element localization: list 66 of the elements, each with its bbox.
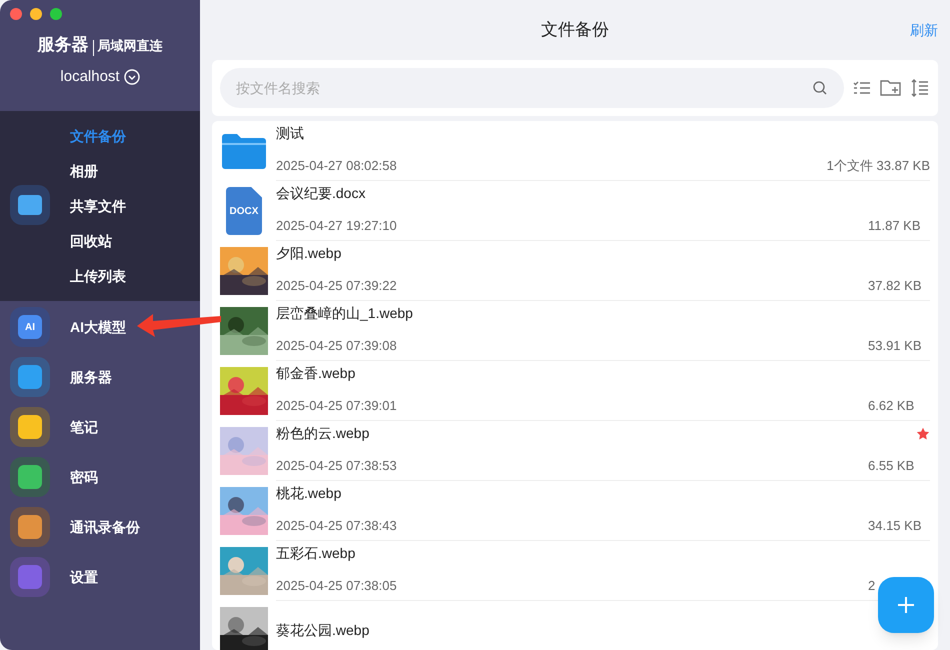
file-name: 五彩石.webp [276, 544, 356, 563]
file-row[interactable]: 测试 2025-04-27 08:02:58 1个文件 33.87 KB [212, 121, 938, 181]
close-icon[interactable] [10, 8, 22, 20]
file-name: 葵花公园.webp [276, 621, 370, 640]
file-date: 2025-04-25 07:39:01 [276, 397, 397, 416]
file-size: 6.62 KB [868, 398, 914, 413]
file-name: 层峦叠嶂的山_1.webp [276, 304, 413, 323]
file-size: 34.15 KB [868, 518, 922, 533]
folder-icon [222, 133, 266, 169]
app-subtitle: 局域网直连 [98, 37, 162, 55]
file-name: 会议纪要.docx [276, 184, 366, 203]
file-row[interactable]: 夕阳.webp 2025-04-25 07:39:22 37.82 KB [212, 241, 938, 301]
minimize-icon[interactable] [30, 8, 42, 20]
zoom-icon[interactable] [50, 8, 62, 20]
sidebar-item[interactable]: 密码 [0, 457, 200, 497]
search-icon [812, 80, 828, 96]
chevron-down-icon [124, 68, 140, 85]
app-title: 服务器 [38, 34, 88, 56]
file-size: 11.87 KB [868, 218, 921, 233]
app-icon: AI [10, 307, 50, 347]
search-field[interactable]: 按文件名搜索 [220, 68, 844, 108]
file-name: 粉色的云.webp [276, 424, 370, 443]
host-selector[interactable]: localhost [0, 66, 200, 88]
sidebar-item[interactable]: 通讯录备份 [0, 507, 200, 547]
file-row[interactable]: 层峦叠嶂的山_1.webp 2025-04-25 07:39:08 53.91 KB [212, 301, 938, 361]
file-size: 53.91 KB [868, 338, 922, 353]
file-size: 37.82 KB [868, 278, 922, 293]
file-date: 2025-04-25 07:39:22 [276, 277, 397, 296]
document-icon: DOCX [226, 187, 262, 235]
file-size: 2 [868, 578, 876, 593]
file-name: 郁金香.webp [276, 364, 356, 383]
file-name: 测试 [276, 124, 304, 143]
sidebar-item[interactable]: 服务器 [0, 357, 200, 397]
file-size: 1个文件 33.87 KB [826, 158, 930, 173]
file-row[interactable]: DOCX 会议纪要.docx 2025-04-27 19:27:10 11.87 KB [212, 181, 938, 241]
file-date: 2025-04-25 07:38:05 [276, 577, 397, 596]
app-icon [10, 457, 50, 497]
app-icon [10, 407, 50, 447]
file-date: 2025-04-25 07:38:53 [276, 457, 397, 476]
file-date: 2025-04-27 19:27:10 [276, 217, 397, 236]
search-input[interactable]: 按文件名搜索 [236, 78, 812, 98]
submenu-item[interactable]: 共享文件 [70, 196, 126, 216]
file-date: 2025-04-27 08:02:58 [276, 157, 397, 176]
file-name: 桃花.webp [276, 484, 342, 503]
app-icon [10, 357, 50, 397]
file-name: 夕阳.webp [276, 244, 342, 263]
app-icon [10, 557, 50, 597]
add-button[interactable] [878, 577, 934, 633]
file-size: 6.55 KB [868, 458, 914, 473]
app-icon [10, 507, 50, 547]
file-row[interactable]: 粉色的云.webp 2025-04-25 07:38:53 6.55 KB [212, 421, 938, 481]
page-title: 文件备份 [541, 19, 609, 42]
plus-icon [896, 595, 916, 615]
submenu-item[interactable]: 文件备份 [70, 126, 126, 146]
file-row[interactable]: 桃花.webp 2025-04-25 07:38:43 34.15 KB [212, 481, 938, 541]
new-folder-icon[interactable] [880, 78, 902, 98]
submenu-item[interactable]: 上传列表 [70, 266, 126, 286]
sidebar-item[interactable]: 笔记 [0, 407, 200, 447]
submenu-item[interactable]: 相册 [70, 160, 126, 182]
star-icon [916, 426, 930, 440]
sidebar-item[interactable]: 设置 [0, 557, 200, 597]
submenu-item[interactable]: 回收站 [70, 230, 126, 252]
file-date: 2025-04-25 07:38:43 [276, 517, 397, 536]
sort-icon[interactable] [910, 78, 930, 98]
file-date: 2025-04-25 07:39:08 [276, 337, 397, 356]
file-row[interactable]: 郁金香.webp 2025-04-25 07:39:01 6.62 KB [212, 361, 938, 421]
